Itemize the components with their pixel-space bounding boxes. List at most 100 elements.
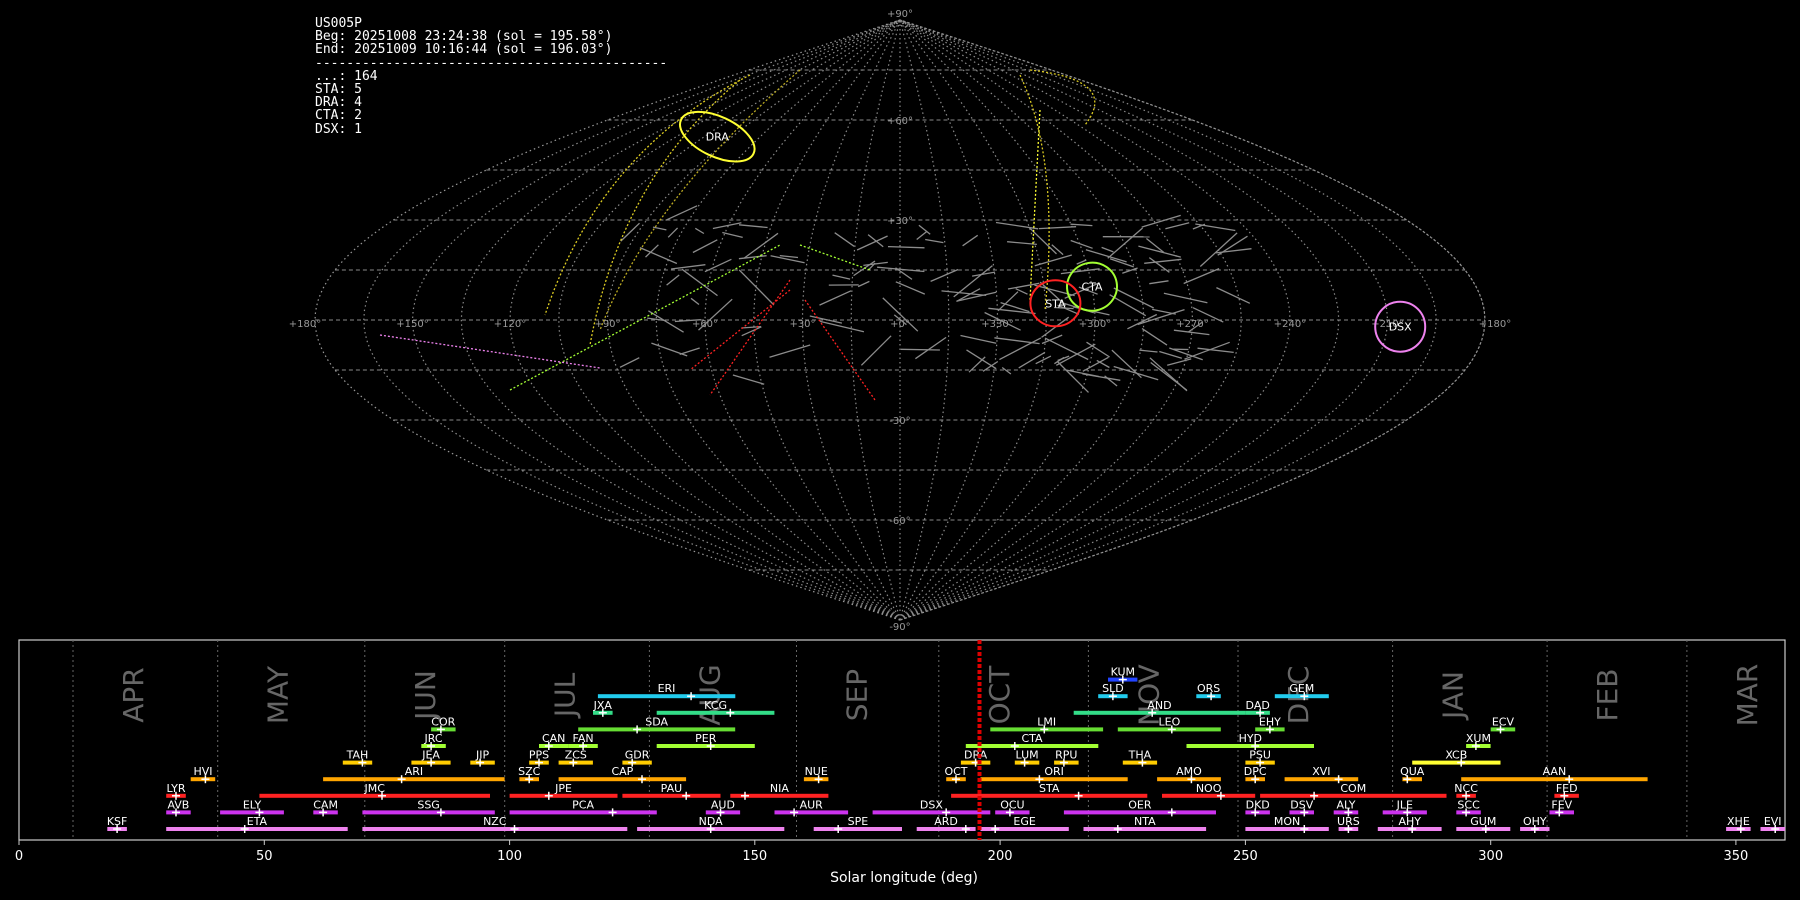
meteor-trail [1056,361,1089,393]
shower-fed: FED [1554,782,1579,800]
meteor-trail [1044,337,1089,361]
shower-code-label: XHE [1727,815,1750,828]
dec-tick-label: +30° [887,216,913,227]
shower-code-label: JMC [363,782,385,795]
shower-code-label: JEA [421,749,440,762]
shower-code-label: AMO [1176,765,1202,778]
shower-code-label: XUM [1466,732,1491,745]
ra-tick-label: +300° [1079,319,1111,330]
shower-dsv: DSV [1289,798,1314,817]
month-label: OCT [983,665,1016,725]
shower-code-label: NTA [1134,815,1156,828]
shower-xhe: XHE [1726,815,1751,833]
meteor-trail [1034,254,1072,267]
meteor-trail [867,234,884,248]
meteor-trail [665,205,698,221]
meteor-trail [997,291,1019,312]
shower-code-label: XCB [1445,749,1467,762]
meteor-trail [857,280,870,288]
shower-code-label: AVB [167,798,189,811]
dec-tick-label: -90° [889,622,910,630]
dec-tick-label: +90° [887,9,913,20]
shower-code-label: KCG [704,699,727,712]
shower-jxa: JXA [593,699,613,717]
shower-code-label: JRC [423,732,442,745]
shower-code-label: JPE [554,782,572,795]
shower-code-label: EHY [1259,715,1281,728]
meteor-trail [738,255,767,260]
shower-code-label: ALY [1337,798,1356,811]
shower-ors: ORS [1196,682,1221,701]
shower-dpc: DPC [1244,765,1267,784]
x-tick-label: 50 [256,849,273,864]
shower-code-label: AAN [1543,765,1567,778]
shower-code-label: THA [1128,749,1152,762]
shower-code-label: XVI [1312,765,1330,778]
shower-trail [544,74,751,316]
shower-code-label: ORS [1197,682,1220,695]
shower-code-label: CTA [1021,732,1043,745]
month-label: JUL [549,672,582,719]
shower-ohy: OHY [1520,815,1550,833]
shower-code-label: OER [1128,798,1152,811]
meteor-trail [1127,313,1158,330]
shower-avb: AVB [166,798,191,817]
shower-code-label: DAD [1246,699,1270,712]
shower-trail [804,299,876,401]
shower-code-label: ECV [1492,715,1515,728]
meteor-trail [1101,246,1114,253]
meteor-trail [732,374,765,385]
shower-scc: SCC [1456,798,1481,817]
radiant-dra: DRA [679,110,756,163]
x-tick-label: 350 [1723,849,1748,864]
meteor-trail [1144,258,1182,264]
shower-trail [1029,69,1096,126]
shower-nue: NUE [803,765,829,784]
meteor-trail [887,245,925,249]
x-tick-label: 250 [1233,849,1258,864]
shower-code-label: OHY [1523,815,1547,828]
meteor-trail [930,268,959,282]
meteor-trail [679,347,700,356]
shower-xum: XUM [1466,732,1491,750]
shower-ksf: KSF [107,815,127,833]
shower-code-label: RPU [1055,749,1077,762]
shower-tah: TAH [342,749,373,767]
shower-code-label: CAM [313,798,338,811]
shower-code-label: FEV [1551,798,1572,811]
shower-code-label: NCC [1454,782,1478,795]
ra-tick-label: +150° [396,319,428,330]
meteor-trail [960,334,997,344]
meteor-trail [1038,226,1077,230]
meteor-trail [1141,214,1181,228]
shower-code-label: MON [1274,815,1300,828]
meteor-trail [769,344,811,358]
shower-code-label: ERI [658,682,676,695]
shower-fev: FEV [1549,798,1574,817]
shower-ehy: EHY [1255,715,1285,734]
shower-code-label: ORI [1044,765,1064,778]
shower-code-label: CAN [542,732,565,745]
meteor-trail [690,297,700,306]
shower-urs: URS [1337,815,1360,833]
shower-code-label: STA [1039,782,1060,795]
meteor-trail [779,254,799,259]
meteor-trail [962,234,979,247]
shower-code-label: GUM [1470,815,1496,828]
shower-code-label: PER [695,732,717,745]
shower-code-label: NZC [483,815,507,828]
shower-code-label: PSU [1249,749,1271,762]
shower-code-label: EVI [1764,815,1782,828]
shower-code-label: LMI [1037,715,1056,728]
shower-code-label: PPS [529,749,549,762]
shower-szc: SZC [518,765,541,784]
shower-code-label: FAN [573,732,594,745]
shower-code-label: SLD [1102,682,1124,695]
month-label: MAY [262,665,295,724]
dec-tick-label: -30° [889,416,910,427]
shower-code-label: NDA [699,815,724,828]
shower-code-label: NUE [805,765,828,778]
shower-code-label: AND [1147,699,1171,712]
shower-code-label: CAP [611,765,633,778]
shower-code-label: LUM [1016,749,1039,762]
